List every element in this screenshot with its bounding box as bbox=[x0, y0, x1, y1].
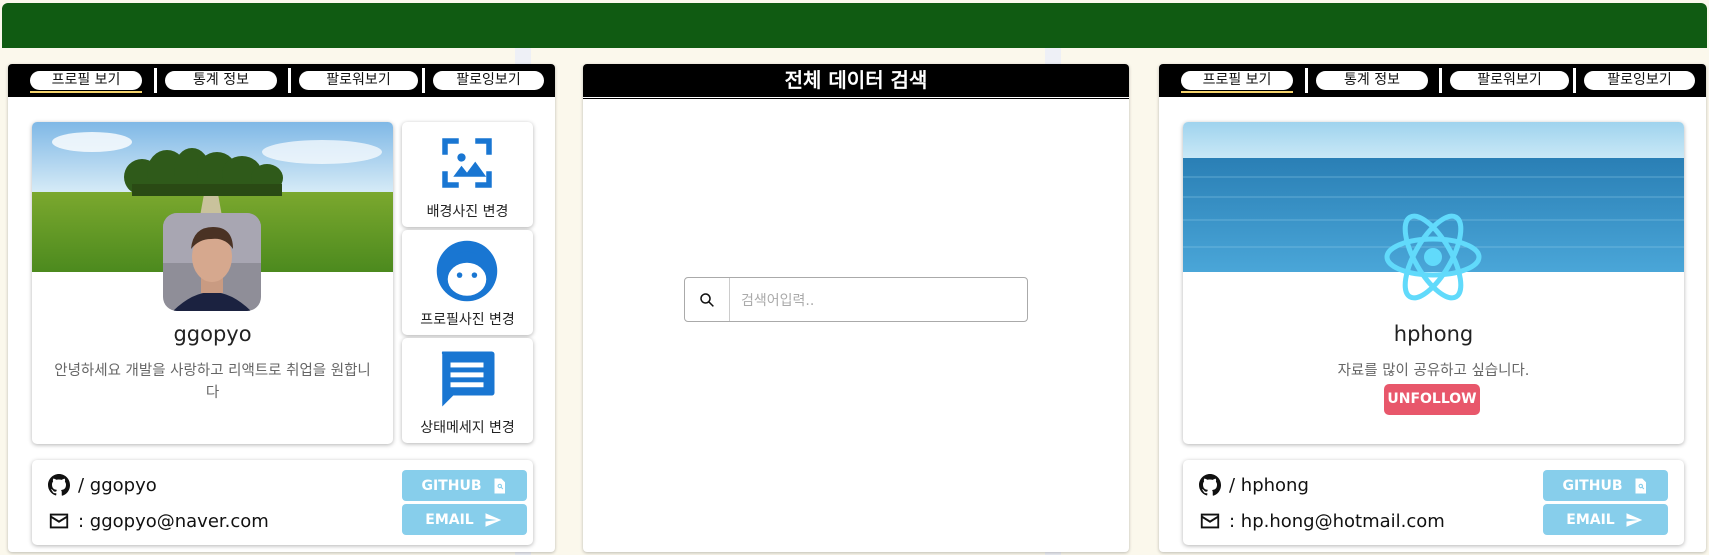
tab-bar: 프로필 보기 통계 정보 팔로워보기 팔로잉보기 bbox=[1159, 64, 1706, 97]
status-message: 자료를 많이 공유하고 싶습니다. bbox=[1337, 363, 1530, 379]
page-search-icon bbox=[1635, 478, 1646, 493]
page-search-icon bbox=[494, 478, 505, 493]
email-row: : hp.hong@hotmail.com bbox=[1199, 510, 1445, 532]
github-button[interactable]: GITHUB bbox=[1543, 470, 1668, 501]
send-icon bbox=[485, 512, 501, 527]
face-icon bbox=[436, 240, 498, 302]
unfollow-button[interactable]: UNFOLLOW bbox=[1384, 384, 1480, 415]
github-button[interactable]: GITHUB bbox=[402, 470, 527, 501]
change-background-label: 배경사진 변경 bbox=[426, 204, 509, 220]
mail-icon bbox=[1200, 513, 1220, 529]
email-button-label: EMAIL bbox=[1566, 511, 1615, 528]
github-row: / hphong bbox=[1199, 474, 1309, 496]
github-icon bbox=[1199, 474, 1221, 496]
search-input[interactable] bbox=[739, 278, 1013, 323]
email-row: : ggopyo@naver.com bbox=[48, 510, 269, 532]
email-address: : hp.hong@hotmail.com bbox=[1229, 510, 1445, 532]
email-button-label: EMAIL bbox=[425, 511, 474, 528]
tab-separator bbox=[1573, 68, 1576, 93]
email-button[interactable]: EMAIL bbox=[1543, 504, 1668, 535]
username: ggopyo bbox=[173, 322, 252, 346]
tab-separator bbox=[288, 68, 291, 93]
github-handle: / hphong bbox=[1229, 474, 1309, 496]
github-button-label: GITHUB bbox=[1562, 477, 1623, 494]
tab-separator bbox=[1305, 68, 1308, 93]
email-button[interactable]: EMAIL bbox=[402, 504, 527, 535]
github-icon bbox=[48, 474, 70, 496]
tab-separator bbox=[422, 68, 425, 93]
search-panel: 전체 데이터 검색 bbox=[583, 64, 1129, 552]
search-box bbox=[684, 277, 1028, 323]
tab-stats[interactable]: 통계 정보 bbox=[165, 71, 277, 90]
react-logo-avatar bbox=[1384, 213, 1482, 301]
contact-card: / hphong : hp.hong@hotmail.com GITHUB EM… bbox=[1183, 460, 1684, 545]
github-row: / ggopyo bbox=[48, 474, 157, 496]
change-background-button[interactable]: 배경사진 변경 bbox=[402, 122, 533, 227]
right-profile-panel: 프로필 보기 통계 정보 팔로워보기 팔로잉보기 hphong 자료를 많이 공… bbox=[1159, 64, 1706, 552]
search-icon[interactable] bbox=[685, 278, 730, 321]
github-handle: / ggopyo bbox=[78, 474, 157, 496]
profile-card: hphong 자료를 많이 공유하고 싶습니다. UNFOLLOW bbox=[1183, 122, 1684, 444]
tab-following[interactable]: 팔로잉보기 bbox=[433, 71, 544, 90]
change-profile-photo-button[interactable]: 프로필사진 변경 bbox=[402, 230, 533, 335]
tab-bar: 프로필 보기 통계 정보 팔로워보기 팔로잉보기 bbox=[8, 64, 555, 97]
profile-card: ggopyo 안녕하세요 개발을 사랑하고 리액트로 취업을 원합니다 bbox=[32, 122, 393, 444]
email-address: : ggopyo@naver.com bbox=[78, 510, 269, 532]
tab-followers[interactable]: 팔로워보기 bbox=[1450, 71, 1569, 90]
contact-card: / ggopyo : ggopyo@naver.com GITHUB EMAIL bbox=[32, 460, 533, 545]
username: hphong bbox=[1393, 322, 1474, 346]
tab-followers[interactable]: 팔로워보기 bbox=[299, 71, 418, 90]
tab-profile[interactable]: 프로필 보기 bbox=[30, 71, 142, 93]
change-status-message-label: 상태메세지 변경 bbox=[420, 420, 515, 436]
tab-profile[interactable]: 프로필 보기 bbox=[1181, 71, 1293, 93]
tab-stats[interactable]: 통계 정보 bbox=[1316, 71, 1428, 90]
github-button-label: GITHUB bbox=[421, 477, 482, 494]
app-header-bar bbox=[2, 3, 1707, 48]
image-frame-icon bbox=[442, 138, 492, 188]
left-profile-panel: 프로필 보기 통계 정보 팔로워보기 팔로잉보기 ggopyo 안녕하세요 개발… bbox=[8, 64, 555, 552]
change-profile-photo-label: 프로필사진 변경 bbox=[420, 312, 515, 328]
mail-icon bbox=[49, 513, 69, 529]
tab-separator bbox=[1439, 68, 1442, 93]
status-message: 안녕하세요 개발을 사랑하고 리액트로 취업을 원합니다 bbox=[54, 363, 371, 401]
chat-message-icon bbox=[441, 351, 495, 407]
change-status-message-button[interactable]: 상태메세지 변경 bbox=[402, 338, 533, 443]
search-panel-title: 전체 데이터 검색 bbox=[583, 64, 1129, 100]
tab-separator bbox=[154, 68, 157, 93]
profile-avatar bbox=[163, 213, 261, 311]
send-icon bbox=[1626, 512, 1642, 527]
tab-following[interactable]: 팔로잉보기 bbox=[1584, 71, 1695, 90]
